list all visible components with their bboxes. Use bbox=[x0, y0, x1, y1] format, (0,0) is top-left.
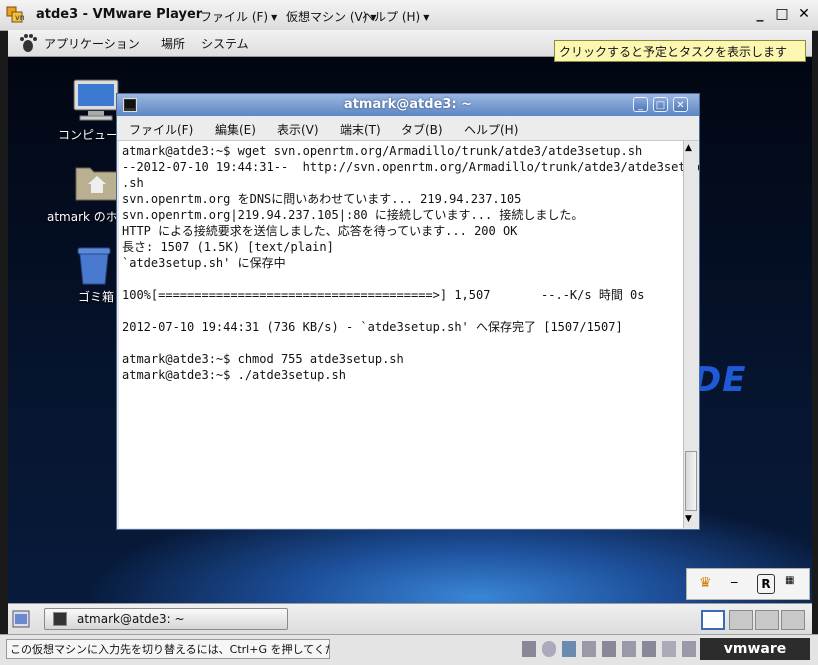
menu-system[interactable]: システム bbox=[201, 35, 249, 52]
crown-icon[interactable]: ♛ bbox=[699, 575, 712, 591]
terminal-line: 100%[===================================… bbox=[122, 288, 645, 302]
ime-mode-icon[interactable]: ▦ bbox=[785, 575, 794, 586]
computer-icon bbox=[73, 79, 119, 121]
printer-icon[interactable] bbox=[682, 641, 696, 657]
vm-menu-file[interactable]: ファイル (F) ▼ bbox=[200, 8, 277, 25]
dropdown-arrow-icon: ▼ bbox=[271, 13, 278, 22]
usb-icon[interactable] bbox=[582, 641, 596, 657]
network-icon[interactable] bbox=[562, 641, 576, 657]
scroll-down-arrow-icon[interactable]: ▼ bbox=[685, 513, 692, 525]
scroll-up-arrow-icon[interactable]: ▲ bbox=[685, 142, 692, 154]
terminal-close-button[interactable]: ✕ bbox=[673, 97, 688, 112]
terminal-titlebar[interactable]: atmark@atde3: ~ _ □ ✕ bbox=[117, 94, 699, 116]
terminal-line: `atde3setup.sh' に保存中 bbox=[122, 256, 286, 270]
usb-icon[interactable] bbox=[642, 641, 656, 657]
terminal-window[interactable]: atmark@atde3: ~ _ □ ✕ ファイル(F) 編集(E) 表示(V… bbox=[116, 93, 700, 530]
terminal-line: 長さ: 1507 (1.5K) [text/plain] bbox=[122, 240, 334, 254]
menu-places[interactable]: 場所 bbox=[161, 35, 185, 52]
taskbar-label: atmark@atde3: ~ bbox=[77, 612, 185, 626]
notification-tray: ♛ ⎯ R ▦ bbox=[686, 568, 810, 600]
vmware-app-icon: vm bbox=[6, 6, 24, 23]
keyboard-icon[interactable]: ⎯ bbox=[731, 575, 738, 590]
terminal-menu-view[interactable]: 表示(V) bbox=[277, 121, 319, 138]
terminal-scrollbar[interactable]: ▲ ▼ bbox=[683, 141, 698, 528]
terminal-menu-help[interactable]: ヘルプ(H) bbox=[464, 121, 518, 138]
terminal-icon bbox=[53, 612, 67, 626]
maximize-button[interactable]: □ bbox=[774, 6, 790, 22]
terminal-output[interactable]: atmark@atde3:~$ wget svn.openrtm.org/Arm… bbox=[119, 141, 700, 528]
trash-icon bbox=[77, 247, 111, 285]
workspace-3[interactable] bbox=[755, 610, 779, 630]
usb-icon[interactable] bbox=[622, 641, 636, 657]
terminal-menu-edit[interactable]: 編集(E) bbox=[215, 121, 256, 138]
terminal-line: svn.openrtm.org をDNSに問いあわせています... 219.94… bbox=[122, 192, 522, 206]
desktop-icon-label: コンピュー bbox=[58, 128, 119, 142]
terminal-line: .sh bbox=[122, 176, 144, 190]
gnome-foot-icon[interactable] bbox=[18, 33, 38, 53]
vmware-titlebar: vm atde3 - VMware Player ファイル (F) ▼ 仮想マシン… bbox=[0, 0, 818, 31]
terminal-line: svn.openrtm.org|219.94.237.105|:80 に接続して… bbox=[122, 208, 584, 222]
scrollbar-thumb[interactable] bbox=[685, 451, 697, 511]
terminal-line: atmark@atde3:~$ ./atde3setup.sh bbox=[122, 368, 346, 382]
vm-menu-vm-label: 仮想マシン (V) bbox=[286, 10, 368, 24]
terminal-menubar: ファイル(F) 編集(E) 表示(V) 端末(T) タブ(B) ヘルプ(H) bbox=[117, 116, 699, 141]
vmware-statusbar: この仮想マシンに入力先を切り替えるには、Ctrl+G を押してください。 bbox=[0, 634, 818, 665]
terminal-maximize-button[interactable]: □ bbox=[653, 97, 668, 112]
terminal-title: atmark@atde3: ~ bbox=[343, 97, 473, 112]
gnome-bottom-panel: atmark@atde3: ~ bbox=[8, 603, 812, 635]
vmware-logo: vmware bbox=[700, 638, 810, 660]
home-folder-icon bbox=[75, 167, 119, 201]
window-title: atde3 - VMware Player bbox=[36, 7, 203, 22]
terminal-line: HTTP による接続要求を送信しました、応答を待っています... 200 OK bbox=[122, 224, 518, 238]
workspace-4[interactable] bbox=[781, 610, 805, 630]
show-desktop-icon[interactable] bbox=[12, 610, 30, 628]
terminal-line: --2012-07-10 19:44:31-- http://svn.openr… bbox=[122, 160, 700, 174]
terminal-menu-file[interactable]: ファイル(F) bbox=[129, 121, 193, 138]
vm-menu-help-label: ヘルプ (H) bbox=[362, 10, 421, 24]
input-method-icon[interactable]: R bbox=[757, 574, 775, 594]
vm-menu-file-label: ファイル (F) bbox=[200, 10, 269, 24]
minimize-button[interactable]: _ bbox=[752, 6, 768, 22]
status-message: この仮想マシンに入力先を切り替えるには、Ctrl+G を押してください。 bbox=[6, 639, 330, 659]
terminal-menu-terminal[interactable]: 端末(T) bbox=[340, 121, 381, 138]
dropdown-arrow-icon: ▼ bbox=[423, 13, 430, 22]
wallpaper-logo-text: DE bbox=[693, 360, 747, 400]
sound-icon[interactable] bbox=[662, 641, 676, 657]
terminal-menu-tabs[interactable]: タブ(B) bbox=[401, 121, 443, 138]
menu-applications[interactable]: アプリケーション bbox=[44, 35, 140, 52]
terminal-line: atmark@atde3:~$ wget svn.openrtm.org/Arm… bbox=[122, 144, 643, 158]
terminal-line: atmark@atde3:~$ chmod 755 atde3setup.sh bbox=[122, 352, 404, 366]
taskbar-terminal-button[interactable]: atmark@atde3: ~ bbox=[44, 608, 288, 630]
vm-menu-help[interactable]: ヘルプ (H) ▼ bbox=[362, 8, 429, 25]
desktop-icon-label: atmark のホ bbox=[47, 210, 118, 224]
calendar-tooltip: クリックすると予定とタスクを表示します bbox=[554, 40, 806, 62]
desktop-icon-label: ゴミ箱 bbox=[78, 290, 115, 304]
workspace-2[interactable] bbox=[729, 610, 753, 630]
cdrom-icon[interactable] bbox=[542, 641, 556, 657]
terminal-line: 2012-07-10 19:44:31 (736 KB/s) - `atde3s… bbox=[122, 320, 623, 334]
hdd-icon[interactable] bbox=[522, 641, 536, 657]
usb-icon[interactable] bbox=[602, 641, 616, 657]
close-button[interactable]: ✕ bbox=[796, 6, 812, 22]
workspace-1[interactable] bbox=[701, 610, 725, 630]
terminal-minimize-button[interactable]: _ bbox=[633, 97, 648, 112]
svg-text:vm: vm bbox=[15, 13, 24, 22]
